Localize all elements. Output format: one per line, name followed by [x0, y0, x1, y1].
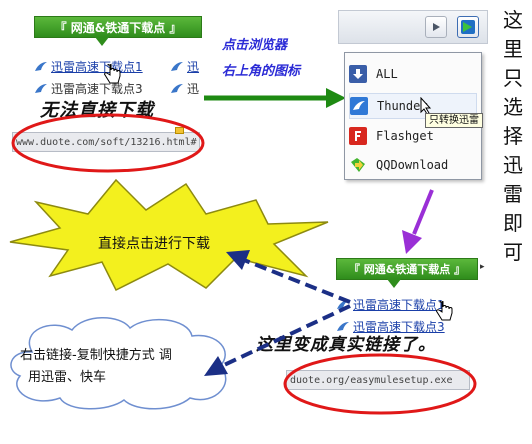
play-button[interactable] [425, 16, 447, 38]
menu-item-all-label: ALL [376, 67, 398, 81]
cloud-text-line-1: 右击链接-复制快捷方式 调 [20, 348, 172, 363]
hand-cursor-icon [436, 301, 453, 321]
hand-cursor-icon [104, 64, 121, 84]
vertical-char: 只 [503, 66, 523, 90]
instruction-line-1: 点击浏览器 [222, 38, 288, 53]
vertical-char: 雷 [503, 182, 523, 206]
purple-arrow [402, 189, 434, 254]
download-banner-bottom-text: 『 网通&铁通下载点 』 [348, 263, 466, 276]
thunder-bird-icon [35, 83, 47, 93]
vertical-char: 这 [503, 8, 523, 32]
menu-item-qqdownload-label: QQDownload [376, 158, 449, 172]
download-link-1-bottom[interactable]: 迅雷高速下载点1 [353, 296, 445, 313]
thunder-bird-icon [35, 61, 47, 71]
starburst-text: 直接点击进行下载 [98, 236, 210, 252]
vertical-char: 即 [503, 211, 523, 235]
download-row-3-top-partial[interactable]: 迅 [170, 80, 199, 97]
download-row-1-top-partial[interactable]: 迅 [170, 58, 199, 75]
browser-toolbar [338, 10, 488, 44]
banner-chevron-icon: ▸ [480, 262, 485, 272]
vertical-note: 这 里 只 选 择 迅 雷 即 可 [500, 6, 526, 267]
vertical-char: 里 [503, 37, 523, 61]
download-link-3-top[interactable]: 迅雷高速下载点3 [51, 80, 143, 97]
dashed-arrows [204, 250, 351, 376]
qqdownload-icon [349, 156, 367, 174]
download-row-3-top[interactable]: 迅雷高速下载点3 [34, 80, 143, 97]
thunder-bird-icon [171, 83, 183, 93]
vertical-char: 选 [503, 95, 523, 119]
all-download-icon [349, 65, 367, 83]
converter-icon [461, 20, 475, 34]
download-link-partial-top-3[interactable]: 迅 [187, 80, 199, 97]
cloud-text-line-2: 用迅雷、快车 [28, 370, 107, 385]
download-row-1-top[interactable]: 迅雷高速下载点1 [34, 58, 143, 75]
instruction-line-2: 右上角的图标 [222, 64, 301, 79]
download-banner-top: 『 网通&铁通下载点 』 [34, 16, 202, 46]
download-link-1-top[interactable]: 迅雷高速下载点1 [51, 58, 143, 75]
download-link-partial-top[interactable]: 迅 [187, 58, 199, 75]
menu-item-all[interactable]: ALL [349, 61, 477, 87]
menu-item-qqdownload[interactable]: QQDownload [349, 152, 477, 178]
menu-item-flashget-label: Flashget [376, 129, 434, 143]
download-converter-button[interactable] [457, 16, 479, 38]
vertical-char: 择 [503, 124, 523, 148]
vertical-char: 迅 [503, 153, 523, 177]
thunder-bird-icon [171, 61, 183, 71]
highlight-ellipse-top [11, 113, 205, 173]
download-banner-top-text: 『 网通&铁通下载点 』 [54, 20, 182, 35]
flashget-icon [349, 127, 367, 145]
tooltip: 只转换迅雷 [425, 113, 483, 128]
vertical-char: 可 [503, 240, 523, 264]
play-icon [433, 23, 440, 31]
green-arrow [204, 88, 346, 108]
thunder-icon [350, 97, 368, 115]
